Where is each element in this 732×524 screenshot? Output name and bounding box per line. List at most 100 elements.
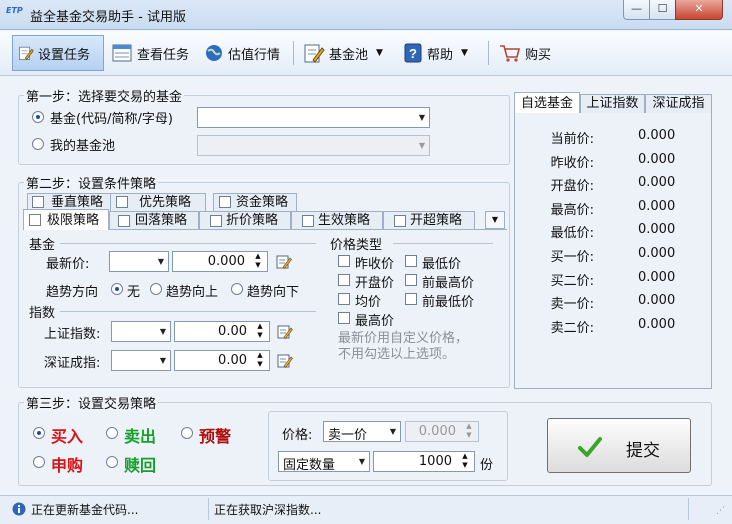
prev-high-label: 前最高价	[422, 276, 475, 291]
prev-high-checkbox[interactable]	[405, 274, 417, 286]
buy-radio[interactable]	[33, 427, 45, 439]
help-button[interactable]: ? 帮助 ▼	[397, 35, 485, 71]
info-icon	[12, 502, 26, 516]
set-task-button[interactable]: 设置任务	[12, 35, 104, 71]
avg-price-checkbox[interactable]	[338, 293, 350, 305]
sell-radio[interactable]	[106, 427, 118, 439]
checkbox[interactable]	[118, 215, 130, 227]
sell-label: 卖出	[124, 427, 157, 446]
edit-sh-icon[interactable]	[277, 324, 293, 340]
tab-scroll-button[interactable]: ▼	[485, 211, 505, 229]
checkbox[interactable]	[219, 196, 231, 208]
tab-limit[interactable]: 极限策略	[23, 209, 109, 230]
buy-button[interactable]: 购买	[493, 35, 563, 71]
sz-index-op-select[interactable]: ▼	[111, 350, 171, 371]
tab-fund[interactable]: 资金策略	[213, 193, 297, 211]
price-spinner[interactable]: 0.000 ▲ ▼	[405, 421, 479, 442]
pool-radio-label: 我的基金池	[50, 139, 116, 154]
checkbox[interactable]	[32, 196, 44, 208]
fund-select[interactable]: ▼	[197, 107, 430, 128]
trend-up-radio[interactable]	[150, 283, 162, 295]
app-icon: ETP	[6, 6, 23, 15]
chevron-down-icon: ▼	[491, 215, 499, 224]
tab-sz-index[interactable]: 深证成指	[645, 94, 712, 113]
close-button[interactable]: ✕	[675, 0, 723, 20]
checkbox[interactable]	[210, 215, 222, 227]
prev-low-label: 前最低价	[422, 295, 475, 310]
checkbox[interactable]	[394, 215, 406, 227]
cart-icon	[500, 45, 521, 62]
fund-radio[interactable]	[32, 111, 44, 123]
tab-watchlist[interactable]: 自选基金	[514, 92, 580, 113]
fund-pool-label: 基金池	[329, 47, 369, 63]
maximize-button[interactable]: ☐	[649, 0, 676, 20]
trend-label: 趋势方向	[46, 285, 99, 300]
checkbox[interactable]	[116, 196, 128, 208]
pool-radio[interactable]	[32, 138, 44, 150]
chevron-down-icon: ▼	[389, 427, 396, 436]
divider	[60, 311, 316, 312]
chevron-down-icon: ▼	[461, 48, 468, 58]
alert-radio[interactable]	[181, 427, 193, 439]
tab-open-super[interactable]: 开超策略	[383, 211, 475, 230]
view-task-button[interactable]: 查看任务	[105, 35, 197, 71]
chevron-down-icon: ▼	[418, 113, 425, 122]
lowest-label: 最低价	[422, 257, 462, 272]
quote-row: 当前价: 0.000	[550, 128, 676, 147]
sz-index-spinner[interactable]: 0.00 ▲ ▼	[174, 350, 270, 371]
tab-discount[interactable]: 折价策略	[199, 211, 291, 230]
resize-grip-icon[interactable]: ⋰	[716, 507, 728, 520]
sh-index-spinner[interactable]: 0.00 ▲ ▼	[174, 321, 270, 342]
tab-priority[interactable]: 优先策略	[110, 193, 206, 211]
step1-title: 第一步：选择要交易的基金	[24, 86, 185, 105]
valuation-button[interactable]: 估值行情	[198, 35, 290, 71]
subscribe-radio[interactable]	[33, 456, 45, 468]
fund-pool-button[interactable]: 基金池 ▼	[297, 35, 393, 71]
highest-label: 最高价	[355, 314, 395, 329]
qty-mode-select[interactable]: 固定数量 ▼	[278, 451, 370, 473]
sh-index-op-select[interactable]: ▼	[111, 321, 171, 342]
trend-down-radio[interactable]	[231, 283, 243, 295]
step3-title: 第三步：设置交易策略	[24, 393, 159, 412]
status-right: 正在获取沪深指数...	[214, 503, 322, 517]
checkbox[interactable]	[29, 214, 41, 226]
minimize-button[interactable]: —	[623, 0, 650, 20]
submit-label: 提交	[626, 441, 660, 461]
valuation-label: 估值行情	[228, 47, 281, 63]
chevron-down-icon: ▼	[376, 48, 383, 58]
spinner-arrows-icon[interactable]: ▲ ▼	[252, 252, 264, 270]
trend-up-label: 趋势向上	[166, 285, 219, 300]
trend-none-radio[interactable]	[111, 283, 123, 295]
prev-low-checkbox[interactable]	[405, 293, 417, 305]
tab-sh-index[interactable]: 上证指数	[580, 94, 645, 113]
pool-select[interactable]: ▼	[197, 135, 430, 156]
fund-radio-label: 基金(代码/简称/字母)	[50, 112, 173, 127]
highest-checkbox[interactable]	[338, 312, 350, 324]
spinner-arrows-icon[interactable]: ▲ ▼	[254, 322, 266, 340]
tab-effective[interactable]: 生效策略	[291, 211, 383, 230]
title-bar: ETP 益全基金交易助手 - 试用版 — ☐ ✕	[0, 0, 732, 30]
quote-row: 卖一价: 0.000	[550, 293, 676, 312]
tab-fallback[interactable]: 回落策略	[109, 211, 199, 230]
index-label: 指数	[29, 306, 56, 321]
open-price-checkbox[interactable]	[338, 274, 350, 286]
checkbox[interactable]	[302, 215, 314, 227]
window-title: 益全基金交易助手 - 试用版	[30, 10, 186, 25]
svg-text:?: ?	[409, 46, 417, 61]
latest-price-spinner[interactable]: 0.000 ▲ ▼	[172, 251, 268, 272]
price-select[interactable]: 卖一价 ▼	[323, 421, 401, 443]
spinner-arrows-icon[interactable]: ▲ ▼	[254, 351, 266, 369]
spinner-arrows-icon[interactable]: ▲ ▼	[463, 422, 475, 440]
spinner-arrows-icon[interactable]: ▲ ▼	[459, 452, 471, 470]
submit-button[interactable]: 提交	[547, 418, 691, 473]
latest-price-op-select[interactable]: ▼	[109, 251, 169, 272]
view-task-label: 查看任务	[137, 47, 190, 63]
qty-spinner[interactable]: 1000 ▲ ▼	[373, 451, 475, 472]
edit-sz-icon[interactable]	[277, 353, 293, 369]
lowest-checkbox[interactable]	[405, 255, 417, 267]
chevron-down-icon: ▼	[159, 356, 166, 365]
redeem-radio[interactable]	[106, 456, 118, 468]
prev-close-checkbox[interactable]	[338, 255, 350, 267]
edit-price-icon[interactable]	[276, 254, 292, 270]
toolbar-separator	[293, 41, 294, 65]
